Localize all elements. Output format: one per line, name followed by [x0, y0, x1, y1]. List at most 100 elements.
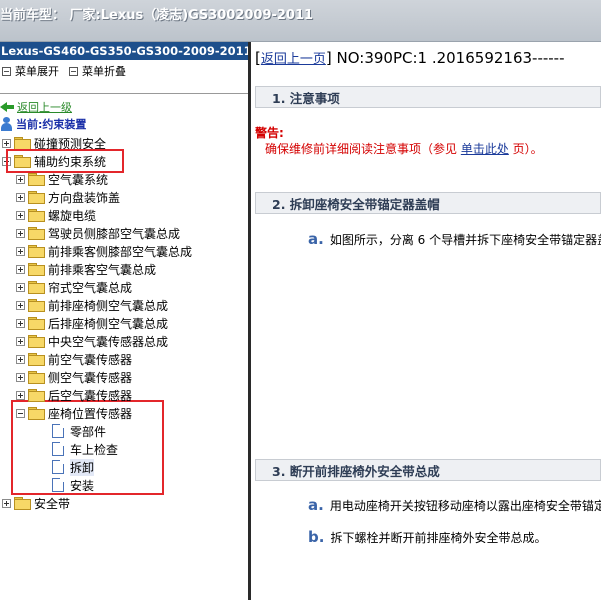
expand-toggle-icon[interactable]: [16, 318, 25, 328]
expand-toggle-icon[interactable]: [16, 210, 25, 220]
document-id: NO:390PC:1 .2016592163------: [336, 49, 565, 67]
warning-title: 警告:: [255, 126, 284, 140]
user-icon: [0, 117, 13, 131]
expand-toggle-icon[interactable]: [2, 138, 11, 148]
tree-item-label: 中央空气囊传感器总成: [48, 334, 169, 349]
section-remove-anchor-cover: 2. 拆卸座椅安全带锚定器盖帽: [255, 192, 601, 214]
document-icon: [52, 424, 64, 438]
warning-text-after: 页）。: [508, 142, 543, 156]
tree-item-label: 后空气囊传感器: [48, 388, 133, 403]
step-text: 用电动座椅开关按钮移动座椅以露出座椅安全带锚定器。: [329, 498, 601, 513]
section-title: 1. 注意事项: [272, 90, 340, 106]
manual-header: Lexus-GS460-GS350-GS300-2009-2011-维修手册: [0, 42, 248, 60]
tree-item-srs-child[interactable]: 前排乘客侧膝部空气囊总成: [16, 242, 192, 260]
tree-item-label: 前排座椅侧空气囊总成: [48, 298, 169, 313]
expand-toggle-icon[interactable]: [16, 300, 25, 310]
tree-item-label: 后排座椅侧空气囊总成: [48, 316, 169, 331]
tree-item-srs-child[interactable]: 后排座椅侧空气囊总成: [16, 314, 168, 332]
tree-item-srs-child[interactable]: 空气囊系统: [16, 170, 108, 188]
step-letter: a.: [308, 496, 324, 514]
tree-item-srs-child[interactable]: 侧空气囊传感器: [16, 368, 132, 386]
tree-item-srs-child[interactable]: 前排乘客空气囊总成: [16, 260, 156, 278]
tree-item-label: 拆卸: [70, 458, 95, 476]
click-here-link[interactable]: 单击此处: [461, 142, 509, 156]
back-page-link[interactable]: 返回上一页: [261, 52, 326, 67]
folder-icon: [28, 317, 45, 330]
expand-toggle-icon[interactable]: [16, 174, 25, 184]
warning-text-before: 确保维修前详细阅读注意事项（参见: [265, 142, 461, 156]
tree-item-label: 车上检查: [70, 442, 119, 457]
tree-item-label: 方向盘装饰盖: [48, 190, 121, 205]
back-arrow-icon: [0, 101, 14, 113]
tree-item-seat-sensor-child[interactable]: 安装: [52, 476, 94, 494]
step-letter: a.: [308, 230, 324, 248]
tree-item-srs-child[interactable]: 驾驶员侧膝部空气囊总成: [16, 224, 180, 242]
expand-toggle-icon[interactable]: [16, 336, 25, 346]
content-panel: [返回上一页] NO:390PC:1 .2016592163------ 1. …: [251, 42, 601, 600]
expand-toggle-icon[interactable]: [16, 246, 25, 256]
tree-item-label: 前空气囊传感器: [48, 352, 133, 367]
folder-icon: [28, 353, 45, 366]
title-bar: 当前车型： 厂家:Lexus（凌志)GS3002009-2011: [0, 0, 601, 42]
tree-item-label: 空气囊系统: [48, 172, 109, 187]
tree-item-seatbelt[interactable]: 安全带: [2, 494, 70, 512]
tree-item-srs-child[interactable]: 方向盘装饰盖: [16, 188, 120, 206]
tree-item-srs-child[interactable]: 中央空气囊传感器总成: [16, 332, 168, 350]
tree-item-label: 零部件: [70, 424, 107, 439]
document-icon: [52, 442, 64, 456]
folder-icon: [28, 281, 45, 294]
tree-item-srs-child[interactable]: 后空气囊传感器: [16, 386, 132, 404]
expand-toggle-icon[interactable]: [16, 228, 25, 238]
document-icon: [52, 478, 64, 492]
expand-menu-label: 菜单展开: [15, 65, 59, 78]
current-location-label: 当前:约束装置: [16, 118, 87, 131]
expand-toggle-icon[interactable]: [16, 354, 25, 364]
tree-item-label: 螺旋电缆: [48, 208, 97, 223]
collapse-menu-label: 菜单折叠: [82, 65, 126, 78]
step-letter: b.: [308, 528, 325, 546]
step-3b: b. 拆下螺栓并断开前排座椅外安全带总成。: [308, 528, 546, 546]
expand-toggle-icon[interactable]: [16, 192, 25, 202]
nav-line: [返回上一页] NO:390PC:1 .2016592163------: [255, 49, 565, 67]
tree-item-label: 帘式空气囊总成: [48, 280, 133, 295]
tree-item-seat-sensor-child[interactable]: 零部件: [52, 422, 106, 440]
step-text: 拆下螺栓并断开前排座椅外安全带总成。: [330, 530, 547, 545]
tree-item-srs-child[interactable]: 前排座椅侧空气囊总成: [16, 296, 168, 314]
folder-icon: [28, 191, 45, 204]
folder-icon: [28, 335, 45, 348]
folder-icon: [28, 227, 45, 240]
left-navigation-panel: Lexus-GS460-GS350-GS300-2009-2011-维修手册 菜…: [0, 42, 248, 600]
folder-icon: [14, 137, 31, 150]
folder-icon: [28, 209, 45, 222]
section-title: 2. 拆卸座椅安全带锚定器盖帽: [272, 196, 440, 212]
expand-menu-button[interactable]: 菜单展开: [2, 63, 59, 79]
tree-item-label: 驾驶员侧膝部空气囊总成: [48, 226, 181, 241]
tree-toolbar: 菜单展开 菜单折叠: [0, 60, 248, 82]
tree-item-srs-child[interactable]: 帘式空气囊总成: [16, 278, 132, 296]
tree-item-srs-child[interactable]: 前空气囊传感器: [16, 350, 132, 368]
expand-toggle-icon[interactable]: [16, 282, 25, 292]
expand-toggle-icon[interactable]: [2, 498, 11, 508]
tree-item-seat-sensor-child[interactable]: 拆卸: [52, 458, 95, 476]
folder-icon: [28, 371, 45, 384]
expand-toggle-icon[interactable]: [16, 372, 25, 382]
back-to-parent-row[interactable]: 返回上一级: [0, 99, 72, 115]
collapse-menu-button[interactable]: 菜单折叠: [69, 63, 126, 79]
tree-item-srs-child[interactable]: 螺旋电缆: [16, 206, 96, 224]
expand-toggle-icon[interactable]: [16, 390, 25, 400]
tree-item-label: 安全带: [34, 496, 71, 511]
folder-icon: [28, 299, 45, 312]
current-location-row: 当前:约束装置: [0, 116, 86, 132]
section-disconnect-seatbelt: 3. 断开前排座椅外安全带总成: [255, 459, 601, 481]
tree-item-label: 侧空气囊传感器: [48, 370, 133, 385]
folder-icon: [28, 263, 45, 276]
folder-icon: [28, 173, 45, 186]
back-to-parent-link[interactable]: 返回上一级: [17, 99, 72, 115]
folder-icon: [28, 245, 45, 258]
section-title: 3. 断开前排座椅外安全带总成: [272, 463, 440, 479]
section-precautions: 1. 注意事项: [255, 86, 601, 108]
tree-item-seat-sensor-child[interactable]: 车上检查: [52, 440, 118, 458]
tree-item-label: 安装: [70, 478, 95, 493]
expand-toggle-icon[interactable]: [16, 264, 25, 274]
warning-text: 确保维修前详细阅读注意事项（参见 单击此处 页）。: [265, 140, 543, 157]
